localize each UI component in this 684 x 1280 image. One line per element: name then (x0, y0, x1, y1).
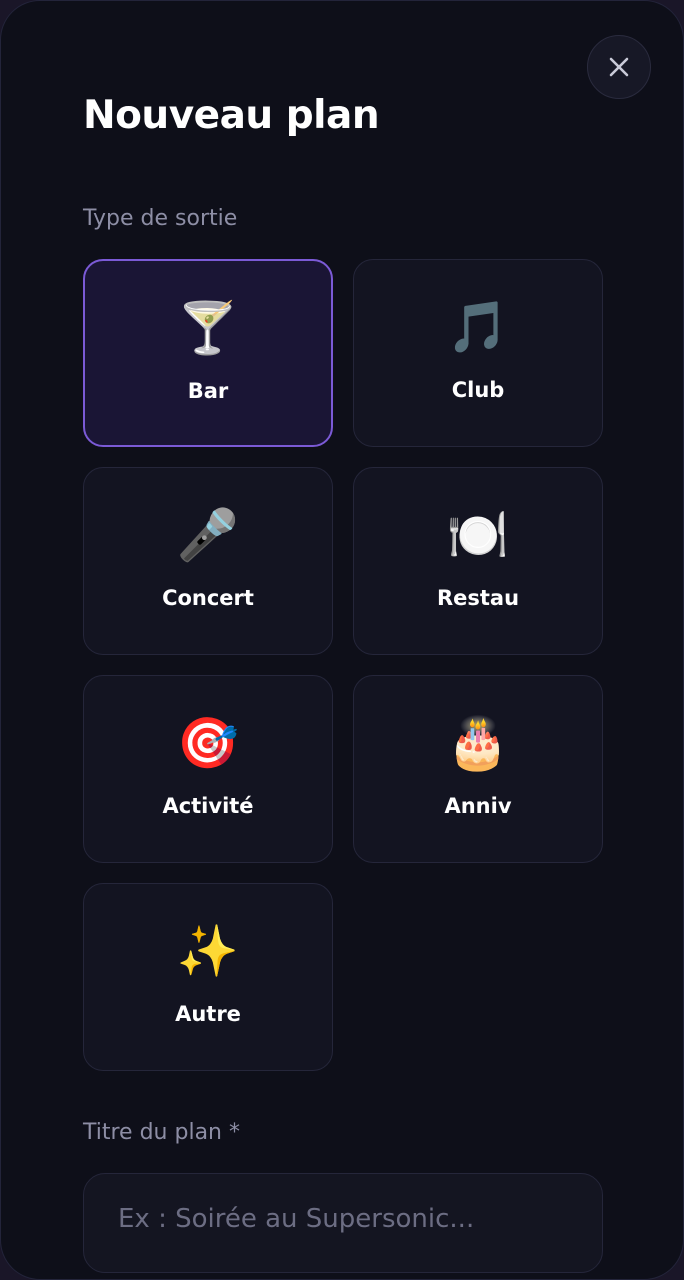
type-option-label: Activité (162, 794, 254, 818)
microphone-icon: 🎤 (176, 506, 240, 564)
type-option-restau[interactable]: 🍽️ Restau (353, 467, 603, 655)
type-option-label: Restau (436, 586, 520, 610)
new-plan-modal: Nouveau plan Type de sortie 🍸 Bar 🎵 Club… (0, 0, 684, 1280)
modal-title: Nouveau plan (83, 93, 380, 138)
type-option-anniv[interactable]: 🎂 Anniv (353, 675, 603, 863)
type-section-label: Type de sortie (83, 206, 238, 231)
plate-cutlery-icon: 🍽️ (446, 506, 510, 564)
birthday-cake-icon: 🎂 (446, 714, 510, 772)
type-option-concert[interactable]: 🎤 Concert (83, 467, 333, 655)
type-option-club[interactable]: 🎵 Club (353, 259, 603, 447)
music-note-icon: 🎵 (446, 298, 510, 356)
close-button[interactable] (587, 35, 651, 99)
type-option-autre[interactable]: ✨ Autre (83, 883, 333, 1071)
outing-type-grid: 🍸 Bar 🎵 Club 🎤 Concert 🍽️ Restau 🎯 Activ… (83, 259, 603, 1071)
sparkles-icon: ✨ (176, 922, 240, 980)
plan-title-input[interactable] (83, 1173, 603, 1273)
type-option-label: Autre (175, 1002, 241, 1026)
target-icon: 🎯 (176, 714, 240, 772)
title-section-label: Titre du plan * (83, 1120, 240, 1145)
cocktail-icon: 🍸 (176, 299, 240, 357)
type-option-label: Anniv (444, 794, 512, 818)
type-option-label: Bar (187, 379, 229, 403)
type-option-bar[interactable]: 🍸 Bar (83, 259, 333, 447)
type-option-activite[interactable]: 🎯 Activité (83, 675, 333, 863)
close-icon (609, 57, 629, 77)
type-option-label: Concert (162, 586, 254, 610)
type-option-label: Club (451, 378, 505, 402)
